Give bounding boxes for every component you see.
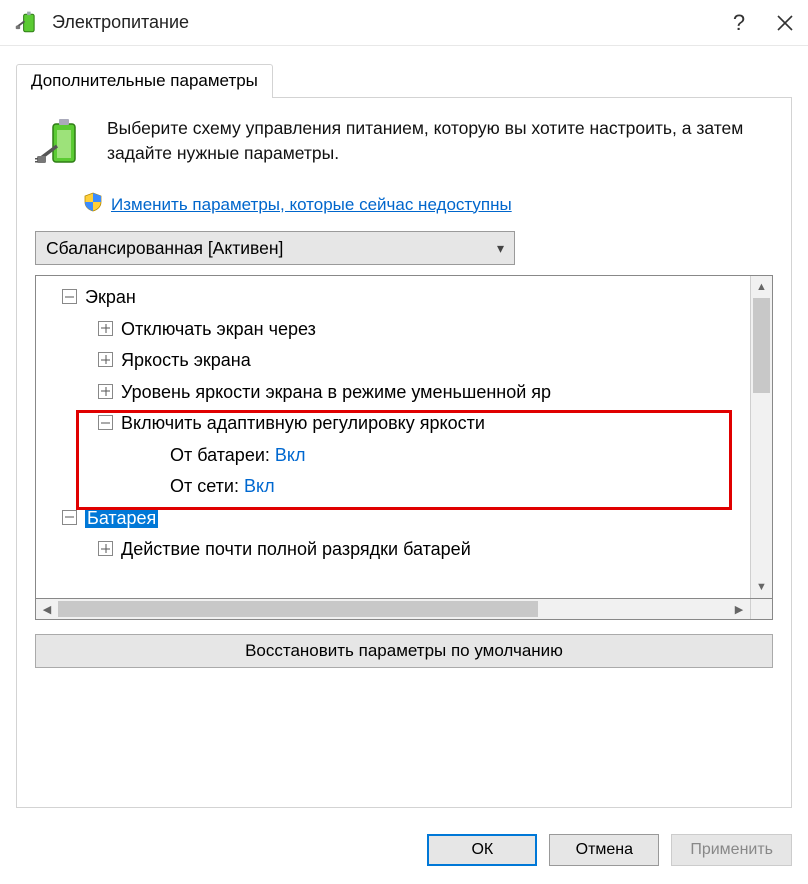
scroll-up-arrow[interactable]: ▲ — [751, 276, 772, 298]
power-plan-select[interactable]: Сбалансированная [Активен] ▾ — [35, 231, 515, 265]
battery-plug-icon — [14, 9, 42, 37]
power-plan-value: Сбалансированная [Активен] — [46, 238, 283, 259]
expand-icon[interactable] — [98, 384, 113, 399]
tree-value-on-battery[interactable]: От батареи: Вкл — [44, 440, 746, 472]
scroll-track[interactable] — [751, 298, 772, 576]
plugged-in-value[interactable]: Вкл — [244, 476, 275, 496]
tree-item-brightness[interactable]: Яркость экрана — [44, 345, 746, 377]
scroll-down-arrow[interactable]: ▼ — [751, 576, 772, 598]
vertical-scrollbar[interactable]: ▲ ▼ — [750, 276, 772, 598]
on-battery-value[interactable]: Вкл — [275, 445, 306, 465]
change-unavailable-settings-link[interactable]: Изменить параметры, которые сейчас недос… — [111, 195, 512, 215]
collapse-icon[interactable] — [62, 289, 77, 304]
cancel-button[interactable]: Отмена — [549, 834, 659, 866]
tree-item-dim-brightness[interactable]: Уровень яркости экрана в режиме уменьшен… — [44, 377, 746, 409]
collapse-icon[interactable] — [62, 510, 77, 525]
tree-item-screen[interactable]: Экран — [44, 282, 746, 314]
window-title: Электропитание — [52, 12, 716, 33]
tree-item-turn-off-display[interactable]: Отключать экран через — [44, 314, 746, 346]
tree-viewport: Экран Отключать экран через Яркость экра… — [36, 276, 750, 598]
dialog-footer: ОК Отмена Применить — [0, 820, 808, 884]
titlebar: Электропитание ? — [0, 0, 808, 46]
collapse-icon[interactable] — [98, 415, 113, 430]
expand-icon[interactable] — [98, 352, 113, 367]
scroll-thumb-h[interactable] — [58, 601, 538, 617]
scroll-track-h[interactable] — [58, 599, 728, 619]
battery-large-icon — [35, 116, 91, 172]
scroll-left-arrow[interactable]: ◀ — [36, 599, 58, 619]
horizontal-scrollbar[interactable]: ◀ ▶ — [35, 598, 773, 620]
selected-node: Батарея — [85, 508, 158, 528]
expand-icon[interactable] — [98, 321, 113, 336]
tree-value-plugged-in[interactable]: От сети: Вкл — [44, 471, 746, 503]
admin-link-row: Изменить параметры, которые сейчас недос… — [83, 192, 773, 217]
ok-button[interactable]: ОК — [427, 834, 537, 866]
tree-item-critical-battery-action[interactable]: Действие почти полной разрядки батарей — [44, 534, 746, 566]
content-area: Дополнительные параметры Выберите схему … — [0, 46, 808, 820]
intro-text: Выберите схему управления питанием, кото… — [107, 116, 773, 172]
scroll-thumb[interactable] — [753, 298, 770, 393]
tree-item-adaptive-brightness[interactable]: Включить адаптивную регулировку яркости — [44, 408, 746, 440]
shield-icon — [83, 192, 103, 217]
apply-button[interactable]: Применить — [671, 834, 792, 866]
restore-defaults-button[interactable]: Восстановить параметры по умолчанию — [35, 634, 773, 668]
expand-icon[interactable] — [98, 541, 113, 556]
intro-row: Выберите схему управления питанием, кото… — [35, 116, 773, 172]
tree-item-battery[interactable]: Батарея — [44, 503, 746, 535]
settings-tree: Экран Отключать экран через Яркость экра… — [35, 275, 773, 599]
tab-body: Выберите схему управления питанием, кото… — [16, 97, 792, 808]
help-button[interactable]: ? — [716, 0, 762, 46]
tab-advanced[interactable]: Дополнительные параметры — [16, 64, 273, 98]
scroll-right-arrow[interactable]: ▶ — [728, 599, 750, 619]
close-button[interactable] — [762, 0, 808, 46]
scrollbar-corner — [750, 599, 772, 619]
tab-strip: Дополнительные параметры — [16, 64, 792, 98]
power-options-dialog: Электропитание ? Дополнительные параметр… — [0, 0, 808, 884]
chevron-down-icon: ▾ — [497, 240, 504, 257]
